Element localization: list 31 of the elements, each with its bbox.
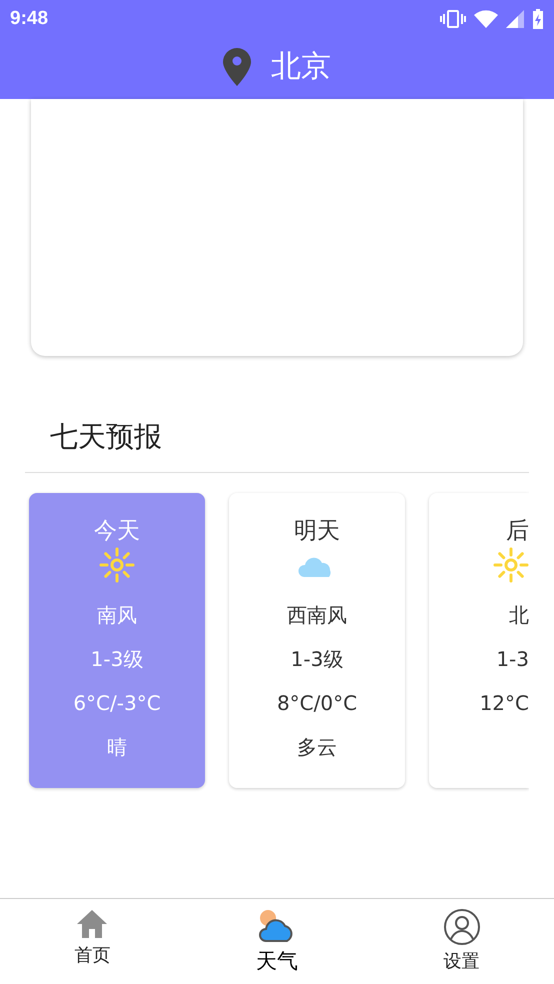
weather-condition: 晴 (107, 735, 127, 759)
temperature-range: 8°C/0°C (276, 691, 358, 715)
battery-icon (532, 9, 544, 29)
day-label: 明天 (294, 517, 340, 545)
profile-icon (444, 909, 480, 945)
forecast-day-card[interactable]: 后 北 1-3 12°C (429, 493, 529, 788)
location-pin-icon (223, 48, 251, 86)
temperature-range: 6°C/-3°C (73, 691, 161, 715)
sun-icon (99, 547, 135, 583)
nav-tab[interactable]: 设置 (369, 899, 554, 984)
nav-tab[interactable]: 首页 (0, 899, 185, 984)
signal-icon (506, 10, 524, 28)
wind-direction: 西南风 (287, 603, 347, 627)
wind-level: 1-3级 (90, 647, 144, 671)
weather-condition: 多云 (297, 735, 337, 759)
home-icon (76, 909, 108, 939)
day-label: 后 (506, 517, 529, 545)
wind-direction: 南风 (97, 603, 137, 627)
day-label: 今天 (94, 517, 140, 545)
city-name: 北京 (271, 48, 331, 86)
status-time: 9:48 (10, 8, 48, 30)
vibrate-icon (440, 9, 466, 29)
sun-icon (493, 547, 529, 583)
forecast-day-card[interactable]: 明天 西南风 1-3级 8°C/0°C 多云 (229, 493, 405, 788)
wind-direction: 北 (509, 603, 529, 627)
section-title: 七天预报 (50, 419, 162, 455)
nav-tab[interactable]: 天气 (184, 899, 370, 984)
wind-level: 1-3级 (290, 647, 344, 671)
wind-level: 1-3 (496, 647, 529, 671)
temperature-range: 12°C (480, 691, 529, 715)
wifi-icon (474, 10, 498, 28)
